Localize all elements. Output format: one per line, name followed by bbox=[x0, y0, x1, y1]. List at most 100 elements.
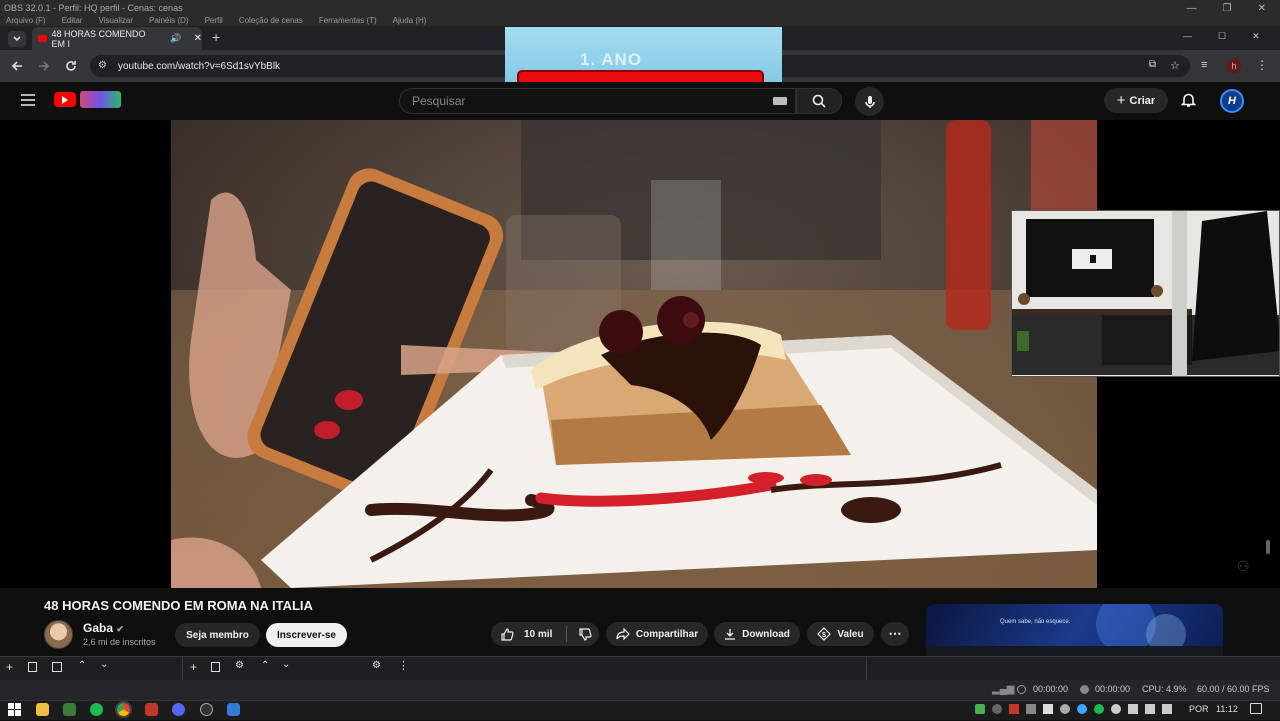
thanks-label: Valeu bbox=[837, 628, 864, 640]
tray-icon-3[interactable] bbox=[1009, 704, 1019, 714]
video-frame-dessert bbox=[171, 120, 1097, 588]
speaker-icon[interactable]: 🔊 bbox=[170, 33, 181, 44]
channel-name[interactable]: Gaba ✔ bbox=[83, 621, 124, 635]
browser-maximize-icon[interactable]: ☐ bbox=[1218, 31, 1226, 42]
site-info-icon[interactable]: ⚙ bbox=[98, 60, 107, 71]
browser-tab-active[interactable]: 48 HORAS COMENDO EM I 🔊 ✕ bbox=[32, 27, 202, 50]
system-tray bbox=[975, 704, 1172, 714]
search-button[interactable] bbox=[796, 88, 842, 114]
watermark-icon: ⚇ bbox=[1237, 558, 1250, 574]
browser-menu-icon[interactable]: ⋮ bbox=[1256, 58, 1268, 72]
tab-search-button[interactable] bbox=[8, 31, 26, 47]
source-down-icon[interactable]: ⌄ bbox=[282, 659, 290, 670]
remove-scene-icon[interactable] bbox=[28, 662, 37, 672]
clock[interactable]: 11:12 bbox=[1216, 704, 1238, 714]
tray-icon-1[interactable] bbox=[975, 704, 985, 714]
browser-close-icon[interactable]: ✕ bbox=[1252, 31, 1260, 42]
notifications-bell-icon[interactable] bbox=[1180, 92, 1197, 113]
menu-scene-collection[interactable]: Coleção de cenas bbox=[239, 16, 303, 26]
tray-icon-5[interactable] bbox=[1043, 704, 1053, 714]
spotify-icon[interactable] bbox=[90, 703, 103, 716]
chrome-icon[interactable] bbox=[115, 701, 132, 718]
wifi-icon[interactable] bbox=[1145, 704, 1155, 714]
account-avatar[interactable]: H bbox=[1220, 89, 1244, 113]
tray-spotify-icon[interactable] bbox=[1094, 704, 1104, 714]
thumbs-down-icon[interactable] bbox=[579, 627, 592, 641]
tray-icon-2[interactable] bbox=[992, 704, 1002, 714]
scene-filters-icon[interactable] bbox=[52, 662, 62, 672]
source-settings-icon[interactable]: ⚙ bbox=[235, 660, 244, 671]
video-player[interactable] bbox=[171, 120, 1097, 588]
audio-settings-icon[interactable]: ⚙ bbox=[372, 660, 381, 671]
forward-icon[interactable] bbox=[38, 59, 50, 77]
more-actions-button[interactable]: ⋯ bbox=[881, 622, 909, 646]
cast-icon[interactable]: ⧉ bbox=[1149, 59, 1156, 70]
back-icon[interactable] bbox=[11, 59, 23, 77]
minimize-icon[interactable]: — bbox=[1187, 3, 1197, 14]
move-up-icon[interactable]: ⌃ bbox=[78, 660, 86, 671]
microphone-icon bbox=[864, 95, 875, 108]
create-button[interactable]: + Criar bbox=[1104, 88, 1168, 113]
windows-start-icon[interactable] bbox=[8, 703, 21, 716]
tray-icon-4[interactable] bbox=[1026, 704, 1036, 714]
chevron-down-icon bbox=[13, 36, 21, 42]
app-icon-green[interactable] bbox=[63, 703, 76, 716]
add-source-icon[interactable]: + bbox=[190, 660, 197, 674]
page-scrollbar[interactable] bbox=[1266, 540, 1270, 554]
download-button[interactable]: Download bbox=[714, 622, 800, 646]
tray-icon-6[interactable] bbox=[1060, 704, 1070, 714]
obs-icon[interactable] bbox=[200, 703, 213, 716]
bookmark-star-icon[interactable]: ☆ bbox=[1170, 59, 1180, 72]
voice-search-button[interactable] bbox=[855, 87, 884, 116]
restore-icon[interactable]: ❐ bbox=[1223, 3, 1232, 14]
volume-icon[interactable] bbox=[1162, 704, 1172, 714]
subscribe-button[interactable]: Inscrever-se bbox=[266, 623, 347, 647]
youtube-logo-icon[interactable] bbox=[54, 92, 76, 107]
close-icon[interactable]: ✕ bbox=[1258, 3, 1266, 14]
remove-source-icon[interactable] bbox=[211, 662, 220, 672]
tray-icon-8[interactable] bbox=[1111, 704, 1121, 714]
media-control-icon[interactable]: ≡ bbox=[1201, 59, 1207, 71]
app-icon-red[interactable] bbox=[145, 703, 158, 716]
new-tab-icon[interactable]: + bbox=[212, 29, 220, 45]
side-promo-card[interactable]: Quem sabe, não esquece. bbox=[926, 604, 1223, 662]
move-down-icon[interactable]: ⌄ bbox=[100, 659, 108, 670]
controls-dock bbox=[866, 657, 1280, 681]
language-indicator[interactable]: POR bbox=[1189, 704, 1209, 714]
source-up-icon[interactable]: ⌃ bbox=[261, 660, 269, 671]
search-input[interactable]: Pesquisar bbox=[399, 88, 796, 114]
channel-avatar[interactable] bbox=[44, 620, 73, 649]
menu-help[interactable]: Ajuda (H) bbox=[393, 16, 427, 26]
tray-icon-9[interactable] bbox=[1128, 704, 1138, 714]
menu-file[interactable]: Arquivo (F) bbox=[6, 16, 46, 26]
share-icon bbox=[616, 628, 630, 640]
thumbs-up-icon[interactable] bbox=[501, 627, 514, 641]
menu-edit[interactable]: Editar bbox=[62, 16, 83, 26]
obs-menu-bar: Arquivo (F) Editar Visualizar Painéis (D… bbox=[0, 16, 1280, 26]
audio-menu-icon[interactable]: ⋮ bbox=[398, 659, 409, 672]
thanks-button[interactable]: $ Valeu bbox=[807, 622, 874, 646]
join-button[interactable]: Seja membro bbox=[175, 623, 260, 647]
share-button[interactable]: Compartilhar bbox=[606, 622, 708, 646]
tray-icon-7[interactable] bbox=[1077, 704, 1087, 714]
hamburger-menu-icon[interactable] bbox=[20, 93, 36, 112]
file-explorer-icon[interactable] bbox=[36, 703, 49, 716]
add-scene-icon[interactable]: + bbox=[6, 660, 13, 674]
profile-icon[interactable]: h bbox=[1226, 58, 1242, 74]
obs-dock-toolbar: + ⌃ ⌄ + ⚙ ⌃ ⌄ ⚙ ⋮ bbox=[0, 656, 1280, 681]
promo-card-text: Quem sabe, não esquece. bbox=[1000, 619, 1071, 625]
menu-tools[interactable]: Ferramentas (T) bbox=[319, 16, 377, 26]
record-status-icon bbox=[1080, 685, 1089, 694]
menu-view[interactable]: Visualizar bbox=[98, 16, 133, 26]
like-count[interactable]: 10 mil bbox=[524, 629, 552, 640]
menu-docks[interactable]: Painéis (D) bbox=[149, 16, 189, 26]
keyboard-icon[interactable] bbox=[773, 97, 787, 105]
menu-profile[interactable]: Perfil bbox=[205, 16, 223, 26]
app-icon-blue[interactable] bbox=[227, 703, 240, 716]
fps-readout: 60.00 / 60.00 FPS bbox=[1197, 684, 1270, 694]
notification-center-icon[interactable] bbox=[1250, 703, 1262, 714]
browser-minimize-icon[interactable]: — bbox=[1183, 31, 1192, 42]
tab-close-icon[interactable]: ✕ bbox=[194, 33, 202, 44]
reload-icon[interactable] bbox=[65, 59, 77, 77]
discord-icon[interactable] bbox=[172, 703, 185, 716]
